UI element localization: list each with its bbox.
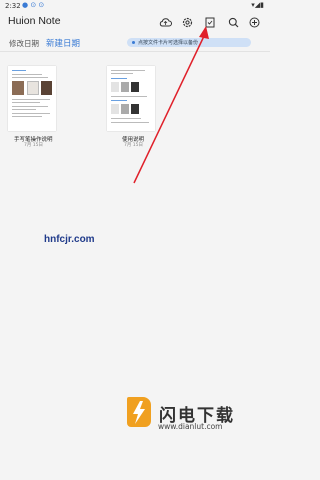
watermark-text: hnfcjr.com (44, 234, 95, 245)
info-dot-icon (132, 41, 135, 44)
hint-text: 点按文件卡片可选择以备份 (138, 40, 199, 46)
lightning-logo-icon (127, 397, 151, 427)
note-date-1: 7月 15日 (24, 143, 44, 148)
app-title: Huion Note (8, 15, 61, 27)
cloud-icon[interactable] (158, 15, 172, 29)
new-diary-button[interactable]: 新建日期 (46, 37, 80, 49)
sort-by-date-button[interactable]: 修改日期 (9, 38, 39, 49)
brand-url: www.dianlut.com (158, 422, 223, 431)
notification-icons: ● ⊙ ⊙ (22, 1, 45, 9)
gear-icon[interactable] (180, 15, 194, 29)
status-time: 2:32 (5, 2, 21, 10)
search-icon[interactable] (226, 15, 240, 29)
select-icon[interactable] (203, 15, 217, 29)
note-card-2[interactable] (107, 66, 155, 131)
status-bar: 2:32 ● ⊙ ⊙ ▾◢▮ (0, 0, 270, 12)
note-card-1[interactable] (8, 66, 56, 131)
status-icons: ▾◢▮ (251, 1, 264, 9)
hint-banner: 点按文件卡片可选择以备份 (127, 38, 251, 47)
plus-icon[interactable] (247, 15, 261, 29)
sub-bar: 修改日期 新建日期 点按文件卡片可选择以备份 (0, 33, 270, 52)
app-bar: Huion Note (0, 12, 270, 32)
note-date-2: 7月 15日 (124, 143, 144, 148)
